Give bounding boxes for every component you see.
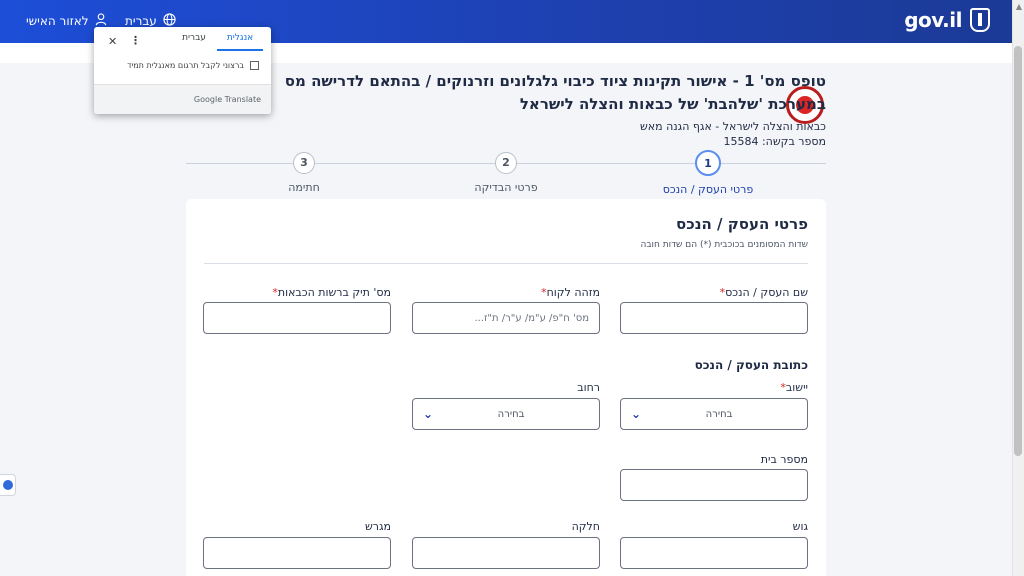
- request-number: מספר בקשה: 15584: [723, 135, 826, 148]
- translate-footer: Google Translate: [94, 84, 271, 114]
- accessibility-widget-icon[interactable]: [0, 474, 16, 496]
- parcel-input[interactable]: [412, 537, 600, 569]
- logo-text: gov.il: [904, 8, 962, 32]
- progress-steps: 1 פרטי העסק / הנכס 2 פרטי הבדיקה 3 חתימה: [186, 148, 826, 198]
- step-number: 2: [495, 152, 517, 174]
- card-title: פרטי העסק / הנכס: [676, 215, 808, 233]
- street-label: רחוב: [577, 381, 600, 394]
- licence-file-label: מס' תיק ברשות הכבאות*: [272, 286, 391, 299]
- organization-name: כבאות והצלה לישראל - אגף הגנה מאש: [639, 120, 826, 133]
- step-inspection-details[interactable]: 2 פרטי הבדיקה: [446, 152, 566, 194]
- scroll-thumb[interactable]: [1014, 46, 1022, 456]
- step-label: חתימה: [288, 181, 320, 194]
- step-business-details[interactable]: 1 פרטי העסק / הנכס: [648, 150, 768, 196]
- google-translate-popup: אנגלית עברית ⋮ ✕ ברצוני לקבל תרגום מאנגל…: [94, 27, 271, 114]
- block-input[interactable]: [620, 537, 808, 569]
- gov-logo[interactable]: gov.il: [904, 8, 990, 32]
- parcel-label: חלקה: [571, 520, 600, 533]
- always-translate-option[interactable]: ברצוני לקבל תרגום מאנגלית תמיד: [127, 61, 259, 70]
- always-translate-label: ברצוני לקבל תרגום מאנגלית תמיד: [127, 61, 244, 70]
- street-value: בחירה: [497, 408, 525, 420]
- required-note: שדות המסומנים בכוכבית (*) הם שדות חובה: [640, 240, 808, 250]
- step-label: פרטי הבדיקה: [474, 181, 538, 194]
- client-id-label: מזהה לקוח*: [541, 286, 600, 299]
- house-number-input[interactable]: [620, 469, 808, 501]
- scroll-up-icon[interactable]: ▲: [1016, 2, 1022, 11]
- translate-tabs: אנגלית עברית: [171, 33, 263, 51]
- page-scrollbar[interactable]: ▲: [1012, 0, 1024, 576]
- plot-label: מגרש: [364, 520, 391, 533]
- street-select[interactable]: בחירה ⌄: [412, 398, 600, 430]
- settlement-select[interactable]: בחירה ⌄: [620, 398, 808, 430]
- language-label: עברית: [125, 14, 157, 28]
- business-name-label: שם העסק / הנכס*: [719, 286, 808, 299]
- chevron-down-icon: ⌄: [631, 407, 642, 421]
- client-id-input[interactable]: מס' ח"פ/ ע"מ/ ע"ר/ ת"ז...: [412, 302, 600, 334]
- tab-hebrew[interactable]: עברית: [171, 33, 217, 51]
- state-emblem-icon: [970, 8, 990, 32]
- close-icon[interactable]: ✕: [108, 35, 117, 48]
- always-translate-checkbox[interactable]: [250, 61, 259, 70]
- plot-input[interactable]: [203, 537, 391, 569]
- form-title-line2: במערכת 'שלהבת' של כבאות והצלה לישראל: [519, 95, 826, 113]
- client-id-placeholder: מס' ח"פ/ ע"מ/ ע"ר/ ת"ז...: [474, 312, 589, 324]
- step-number: 3: [293, 152, 315, 174]
- more-options-icon[interactable]: ⋮: [130, 34, 141, 47]
- step-number: 1: [695, 150, 721, 176]
- house-number-label: מספר בית: [760, 453, 808, 466]
- address-section-title: כתובת העסק / הנכס: [694, 358, 808, 372]
- step-signature[interactable]: 3 חתימה: [244, 152, 364, 194]
- licence-file-input[interactable]: [203, 302, 391, 334]
- form-header: טופס מס' 1 - אישור תקינות ציוד כיבוי גלג…: [286, 70, 826, 148]
- form-card: פרטי העסק / הנכס שדות המסומנים בכוכבית (…: [186, 199, 826, 576]
- personal-area-label: לאזור האישי: [26, 14, 89, 28]
- chevron-down-icon: ⌄: [423, 407, 434, 421]
- tab-english[interactable]: אנגלית: [217, 33, 263, 51]
- settlement-label: יישוב*: [780, 381, 808, 394]
- divider: [204, 263, 808, 264]
- business-name-input[interactable]: [620, 302, 808, 334]
- form-title-line1: טופס מס' 1 - אישור תקינות ציוד כיבוי גלג…: [286, 72, 826, 90]
- block-label: גוש: [792, 520, 808, 533]
- settlement-value: בחירה: [705, 408, 733, 420]
- step-label: פרטי העסק / הנכס: [662, 183, 754, 196]
- google-translate-brand: Google Translate: [193, 95, 261, 104]
